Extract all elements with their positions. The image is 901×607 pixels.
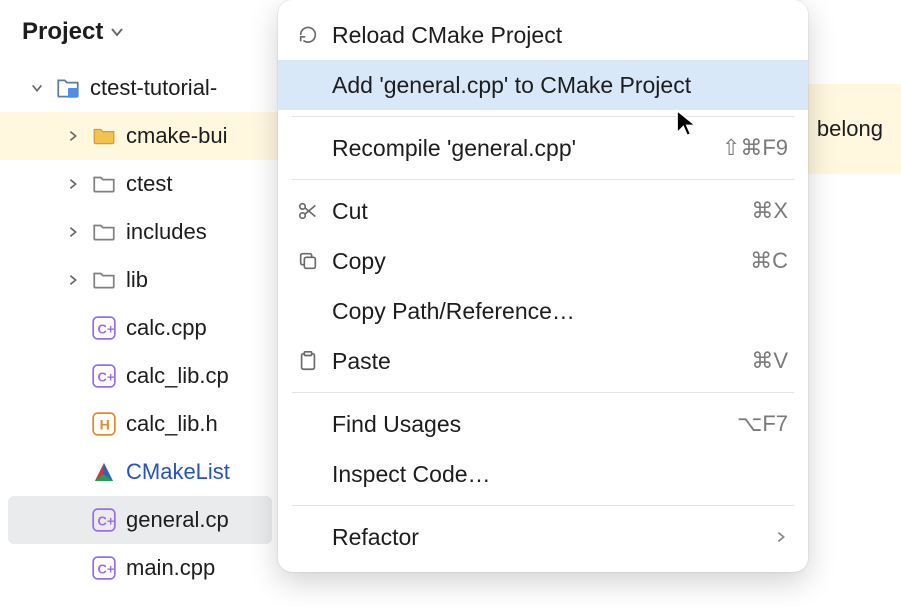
svg-text:C+: C+ xyxy=(98,513,115,528)
menu-item-inspect-code[interactable]: Inspect Code… xyxy=(278,449,808,499)
tree-item-includes[interactable]: includes xyxy=(0,208,280,256)
reload-icon xyxy=(296,23,320,47)
menu-item-label: Paste xyxy=(332,348,739,375)
blank-icon xyxy=(296,299,320,323)
menu-item-label: Recompile 'general.cpp' xyxy=(332,135,710,162)
menu-item-copy-path[interactable]: Copy Path/Reference… xyxy=(278,286,808,336)
tree-item-label: lib xyxy=(126,267,148,293)
menu-separator xyxy=(292,392,794,393)
project-panel: Project ctest-tutorial- xyxy=(0,0,280,607)
tree-item-label: ctest xyxy=(126,171,172,197)
tree-item-general-cpp[interactable]: C+ general.cp xyxy=(8,496,272,544)
menu-item-label: Add 'general.cpp' to CMake Project xyxy=(332,72,788,99)
tree-item-cmakelists[interactable]: CMakeList xyxy=(0,448,280,496)
folder-icon xyxy=(90,122,118,150)
project-panel-title-row[interactable]: Project xyxy=(0,0,280,60)
menu-item-find-usages[interactable]: Find Usages ⌥F7 xyxy=(278,399,808,449)
menu-item-label: Inspect Code… xyxy=(332,461,788,488)
chevron-down-icon xyxy=(109,24,125,40)
copy-icon xyxy=(296,249,320,273)
menu-item-recompile[interactable]: Recompile 'general.cpp' ⇧⌘F9 xyxy=(278,123,808,173)
tree-item-label: CMakeList xyxy=(126,459,230,485)
menu-item-add-to-cmake[interactable]: Add 'general.cpp' to CMake Project xyxy=(278,60,808,110)
cpp-file-icon: C+ xyxy=(90,362,118,390)
chevron-right-icon[interactable] xyxy=(64,127,82,145)
project-tree: ctest-tutorial- cmake-bui xyxy=(0,60,280,592)
menu-item-paste[interactable]: Paste ⌘V xyxy=(278,336,808,386)
chevron-right-icon[interactable] xyxy=(64,175,82,193)
tree-item-lib[interactable]: lib xyxy=(0,256,280,304)
tree-item-label: calc.cpp xyxy=(126,315,207,341)
folder-outline-icon xyxy=(90,266,118,294)
menu-item-label: Copy Path/Reference… xyxy=(332,298,788,325)
tree-item-label: includes xyxy=(126,219,207,245)
chevron-right-icon[interactable] xyxy=(64,271,82,289)
tree-item-label: calc_lib.cp xyxy=(126,363,229,389)
banner-text: belong xyxy=(817,116,883,142)
tree-item-label: cmake-bui xyxy=(126,123,227,149)
menu-item-label: Copy xyxy=(332,248,738,275)
svg-text:C+: C+ xyxy=(98,369,115,384)
chevron-right-icon xyxy=(774,530,788,544)
tree-item-main-cpp[interactable]: C+ main.cpp xyxy=(0,544,280,592)
project-panel-title: Project xyxy=(22,18,103,46)
blank-icon xyxy=(296,525,320,549)
menu-item-label: Reload CMake Project xyxy=(332,22,788,49)
blank-icon xyxy=(296,136,320,160)
svg-text:H: H xyxy=(100,416,110,432)
menu-item-shortcut: ⌘V xyxy=(751,348,788,374)
tree-item-calc-lib-h[interactable]: H calc_lib.h xyxy=(0,400,280,448)
tree-item-calc-cpp[interactable]: C+ calc.cpp xyxy=(0,304,280,352)
scissors-icon xyxy=(296,199,320,223)
menu-separator xyxy=(292,179,794,180)
menu-separator xyxy=(292,505,794,506)
folder-outline-icon xyxy=(90,170,118,198)
clipboard-icon xyxy=(296,349,320,373)
module-folder-icon xyxy=(54,74,82,102)
blank-icon xyxy=(296,462,320,486)
svg-text:C+: C+ xyxy=(98,561,115,576)
chevron-down-icon[interactable] xyxy=(28,79,46,97)
menu-item-copy[interactable]: Copy ⌘C xyxy=(278,236,808,286)
svg-text:C+: C+ xyxy=(98,321,115,336)
cpp-file-icon: C+ xyxy=(90,314,118,342)
menu-item-shortcut: ⌘X xyxy=(751,198,788,224)
menu-item-shortcut: ⌘C xyxy=(750,248,788,274)
chevron-right-icon[interactable] xyxy=(64,223,82,241)
cmake-file-icon xyxy=(90,458,118,486)
menu-item-shortcut: ⌥F7 xyxy=(737,411,788,437)
cpp-file-icon: C+ xyxy=(90,554,118,582)
tree-item-label: ctest-tutorial- xyxy=(90,75,217,101)
blank-icon xyxy=(296,73,320,97)
tree-item-label: main.cpp xyxy=(126,555,215,581)
folder-outline-icon xyxy=(90,218,118,246)
menu-item-label: Cut xyxy=(332,198,739,225)
menu-item-reload-cmake[interactable]: Reload CMake Project xyxy=(278,10,808,60)
menu-item-refactor[interactable]: Refactor xyxy=(278,512,808,562)
menu-item-label: Find Usages xyxy=(332,411,725,438)
context-menu: Reload CMake Project Add 'general.cpp' t… xyxy=(278,0,808,572)
tree-item-ctest[interactable]: ctest xyxy=(0,160,280,208)
tree-item-cmake-build[interactable]: cmake-bui xyxy=(0,112,280,160)
tree-item-label: general.cp xyxy=(126,507,229,533)
menu-item-label: Refactor xyxy=(332,524,762,551)
menu-item-cut[interactable]: Cut ⌘X xyxy=(278,186,808,236)
tree-item-calc-lib-cpp[interactable]: C+ calc_lib.cp xyxy=(0,352,280,400)
header-file-icon: H xyxy=(90,410,118,438)
cpp-file-icon: C+ xyxy=(90,506,118,534)
menu-item-shortcut: ⇧⌘F9 xyxy=(722,135,788,161)
tree-item-root[interactable]: ctest-tutorial- xyxy=(0,64,280,112)
tree-item-label: calc_lib.h xyxy=(126,411,218,437)
menu-separator xyxy=(292,116,794,117)
blank-icon xyxy=(296,412,320,436)
